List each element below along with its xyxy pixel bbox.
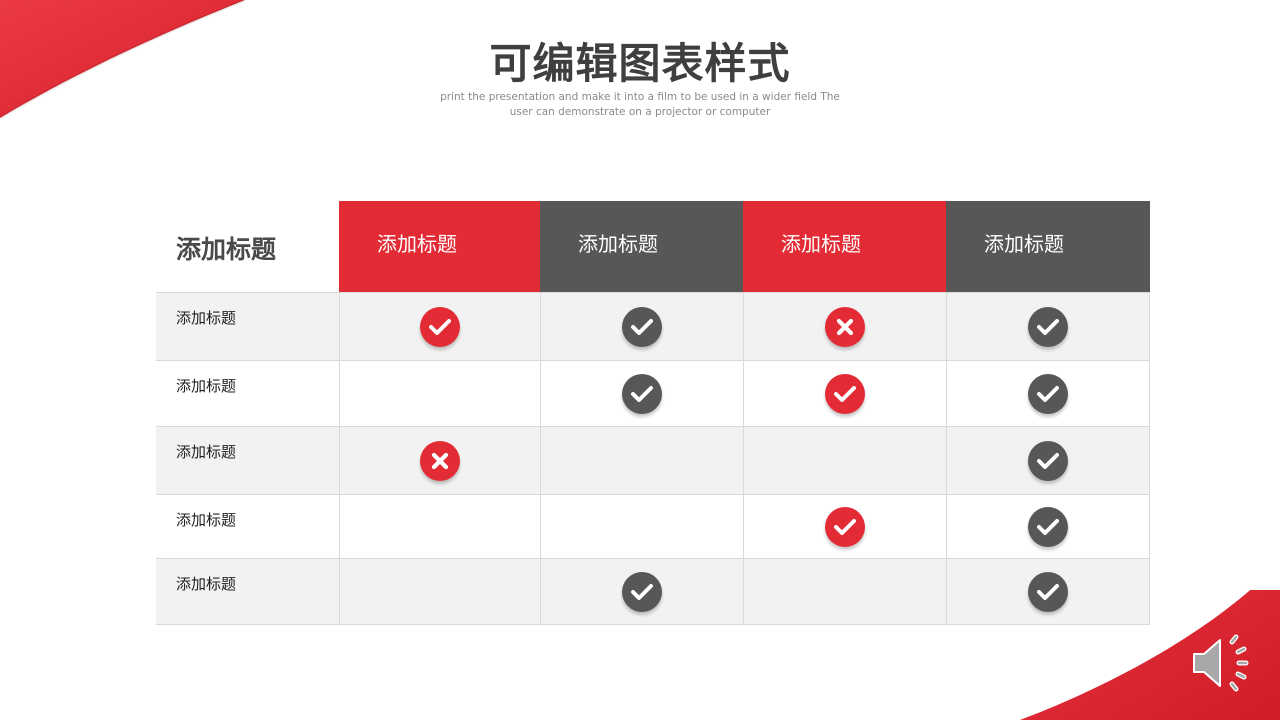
- table-cell: [743, 293, 946, 360]
- table-cell: [743, 559, 946, 624]
- cross-icon: [825, 306, 865, 347]
- table-row: 添加标题: [156, 360, 1150, 426]
- table-cell: [540, 559, 743, 624]
- table-cell: [946, 293, 1150, 360]
- check-icon: [1028, 571, 1068, 612]
- table-corner-label: 添加标题: [156, 201, 339, 292]
- row-label: 添加标题: [176, 377, 237, 395]
- check-icon: [825, 373, 865, 414]
- row-label: 添加标题: [176, 575, 237, 593]
- check-icon: [825, 506, 865, 547]
- table-header-row: 添加标题 添加标题 添加标题 添加标题 添加标题: [156, 201, 1150, 292]
- table-cell: [540, 361, 743, 426]
- table-cell: [339, 361, 540, 426]
- comparison-table: 添加标题 添加标题 添加标题 添加标题 添加标题 添加标题 添加标题 添加标题 添加标题 添加…: [156, 201, 1150, 625]
- row-label: 添加标题: [176, 443, 237, 461]
- table-cell: [743, 495, 946, 558]
- table-cell: [946, 559, 1150, 624]
- table-cell: [540, 495, 743, 558]
- speaker-icon[interactable]: [1190, 632, 1256, 694]
- check-icon: [420, 306, 460, 347]
- column-header-1: 添加标题: [339, 201, 540, 292]
- table-cell: [946, 427, 1150, 494]
- table-row: 添加标题: [156, 558, 1150, 625]
- table-cell: [540, 293, 743, 360]
- slide-title: 可编辑图表样式: [489, 39, 791, 88]
- row-label: 添加标题: [176, 309, 237, 327]
- slide-subtitle: print the presentation and make it into …: [440, 91, 840, 118]
- table-cell: [339, 559, 540, 624]
- table-cell: [743, 427, 946, 494]
- check-icon: [1028, 306, 1068, 347]
- cross-icon: [420, 440, 460, 481]
- check-icon: [622, 373, 662, 414]
- check-icon: [622, 306, 662, 347]
- check-icon: [1028, 440, 1068, 481]
- table-row: 添加标题: [156, 292, 1150, 360]
- table-cell: [540, 427, 743, 494]
- row-label: 添加标题: [176, 511, 237, 529]
- table-cell: [743, 361, 946, 426]
- check-icon: [1028, 373, 1068, 414]
- table-cell: [339, 427, 540, 494]
- column-header-4: 添加标题: [946, 201, 1150, 292]
- column-header-3: 添加标题: [743, 201, 946, 292]
- check-icon: [1028, 506, 1068, 547]
- table-cell: [946, 495, 1150, 558]
- table-row: 添加标题: [156, 494, 1150, 558]
- column-header-2: 添加标题: [540, 201, 743, 292]
- table-cell: [339, 495, 540, 558]
- slide: 可编辑图表样式 print the presentation and make …: [0, 0, 1280, 720]
- check-icon: [622, 571, 662, 612]
- table-cell: [339, 293, 540, 360]
- table-row: 添加标题: [156, 426, 1150, 494]
- table-cell: [946, 361, 1150, 426]
